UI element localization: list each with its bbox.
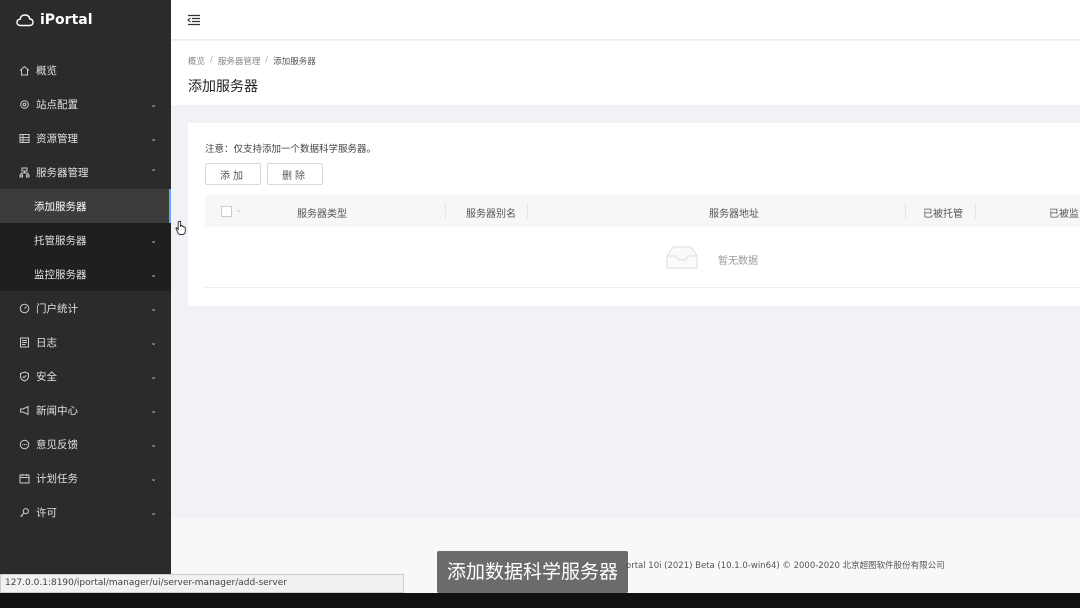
cloud-icon	[16, 14, 34, 27]
key-icon	[18, 506, 30, 518]
chevron-down-icon[interactable]: ⌄	[236, 206, 242, 214]
chevron-up-icon: ⌃	[150, 167, 157, 177]
delete-button[interactable]: 删除	[267, 163, 323, 185]
chevron-down-icon: ⌄	[150, 371, 157, 381]
feedback-icon	[18, 438, 30, 450]
column-monitored[interactable]: 已被监	[1049, 205, 1079, 220]
sidebar-item-label: 新闻中心	[36, 404, 78, 417]
chevron-down-icon: ⌄	[150, 337, 157, 347]
page-header: 概览 / 服务器管理 / 添加服务器 添加服务器	[171, 41, 1080, 105]
column-hosted[interactable]: 已被托管	[923, 205, 963, 220]
column-divider	[527, 203, 528, 219]
sidebar-menu: 概览 站点配置 ⌄ 资源管理 ⌄ 服务器管理 ⌃ 添加服务器 托管服务器 ⌄ 监…	[0, 53, 171, 529]
sidebar-item-monitor-servers[interactable]: 监控服务器 ⌄	[0, 257, 171, 291]
sidebar-item-label: 添加服务器	[34, 200, 87, 213]
app-name: iPortal	[40, 12, 93, 28]
sidebar-item-security[interactable]: 安全 ⌄	[0, 359, 171, 393]
notice-text: 注意：仅支持添加一个数据科学服务器。	[205, 144, 377, 155]
breadcrumb-item[interactable]: 服务器管理	[218, 55, 261, 67]
sidebar-item-label: 门户统计	[36, 302, 78, 315]
content-card: 注意：仅支持添加一个数据科学服务器。 添加 删除 ⌄ 服务器类型 服务器别名 服…	[188, 123, 1080, 306]
server-manager-submenu: 添加服务器 托管服务器 ⌄ 监控服务器 ⌄	[0, 189, 171, 291]
server-table: ⌄ 服务器类型 服务器别名 服务器地址 已被托管 已被监 暂无数据	[205, 195, 1080, 288]
table-header: ⌄ 服务器类型 服务器别名 服务器地址 已被托管 已被监	[205, 195, 1080, 227]
bottom-strip	[0, 593, 1080, 608]
calendar-icon	[18, 472, 30, 484]
sidebar-item-site-config[interactable]: 站点配置 ⌄	[0, 87, 171, 121]
column-divider	[445, 203, 446, 219]
chevron-down-icon: ⌄	[150, 303, 157, 313]
chevron-down-icon: ⌄	[150, 405, 157, 415]
chevron-down-icon: ⌄	[150, 269, 157, 279]
sidebar-item-label: 概览	[36, 64, 57, 77]
empty-inbox-icon	[666, 246, 698, 269]
megaphone-icon	[18, 404, 30, 416]
hand-cursor-icon	[175, 220, 186, 235]
sidebar-item-label: 安全	[36, 370, 57, 383]
sidebar-item-label: 资源管理	[36, 132, 78, 145]
add-button[interactable]: 添加	[205, 163, 261, 185]
chevron-down-icon: ⌄	[150, 133, 157, 143]
menu-collapse-icon[interactable]	[187, 14, 201, 26]
breadcrumb-item[interactable]: 概览	[188, 55, 205, 67]
sidebar-item-license[interactable]: 许可 ⌄	[0, 495, 171, 529]
top-bar	[171, 0, 1080, 40]
app-logo[interactable]: iPortal	[0, 0, 171, 40]
column-server-alias[interactable]: 服务器别名	[466, 205, 516, 220]
sidebar-item-news[interactable]: 新闻中心 ⌄	[0, 393, 171, 427]
action-buttons: 添加 删除	[205, 163, 1063, 185]
log-icon	[18, 336, 30, 348]
column-server-address[interactable]: 服务器地址	[709, 205, 759, 220]
grid-icon	[18, 132, 30, 144]
table-body: 暂无数据	[205, 227, 1080, 287]
breadcrumb-separator: /	[265, 55, 269, 65]
sidebar-item-label: 计划任务	[36, 472, 78, 485]
active-indicator	[169, 189, 171, 223]
select-all-checkbox[interactable]	[221, 206, 232, 217]
video-caption: 添加数据科学服务器	[437, 551, 629, 593]
empty-text: 暂无数据	[718, 256, 758, 267]
chevron-down-icon: ⌄	[150, 439, 157, 449]
sidebar-item-add-server[interactable]: 添加服务器	[0, 189, 171, 223]
sidebar-item-label: 意见反馈	[36, 438, 78, 451]
page-title: 添加服务器	[188, 79, 258, 95]
sidebar-item-label: 日志	[36, 336, 57, 349]
breadcrumb-separator: /	[210, 55, 213, 65]
gauge-icon	[18, 302, 30, 314]
sidebar-item-overview[interactable]: 概览	[0, 53, 171, 87]
sidebar-item-resources[interactable]: 资源管理 ⌄	[0, 121, 171, 155]
sidebar: iPortal 概览 站点配置 ⌄ 资源管理 ⌄ 服务器管理 ⌃ 添加服务器 托…	[0, 0, 171, 608]
chevron-down-icon: ⌄	[150, 235, 157, 245]
sidebar-item-label: 服务器管理	[36, 166, 89, 179]
breadcrumb: 概览 / 服务器管理 / 添加服务器	[188, 55, 1080, 67]
server-icon	[18, 166, 30, 178]
sidebar-item-label: 监控服务器	[34, 268, 87, 281]
status-bar-url: 127.0.0.1:8190/iportal/manager/ui/server…	[0, 574, 404, 593]
sidebar-item-logs[interactable]: 日志 ⌄	[0, 325, 171, 359]
sidebar-item-label: 许可	[36, 506, 57, 519]
home-icon	[18, 64, 30, 76]
gear-icon	[18, 98, 30, 110]
chevron-down-icon: ⌄	[150, 473, 157, 483]
chevron-down-icon: ⌄	[150, 507, 157, 517]
sidebar-item-server-manager[interactable]: 服务器管理 ⌃	[0, 155, 171, 189]
column-divider	[905, 203, 906, 219]
sidebar-item-hosted-servers[interactable]: 托管服务器 ⌄	[0, 223, 171, 257]
breadcrumb-current: 添加服务器	[273, 57, 316, 67]
sidebar-item-scheduled-tasks[interactable]: 计划任务 ⌄	[0, 461, 171, 495]
sidebar-item-label: 站点配置	[36, 98, 78, 111]
sidebar-item-portal-stats[interactable]: 门户统计 ⌄	[0, 291, 171, 325]
sidebar-item-feedback[interactable]: 意见反馈 ⌄	[0, 427, 171, 461]
chevron-down-icon: ⌄	[150, 99, 157, 109]
column-divider	[975, 203, 976, 219]
sidebar-item-label: 托管服务器	[34, 234, 87, 247]
column-server-type[interactable]: 服务器类型	[297, 205, 347, 220]
footer-copyright: ortal 10i (2021) Beta (10.1.0-win64) © 2…	[626, 561, 945, 571]
shield-icon	[18, 370, 30, 382]
